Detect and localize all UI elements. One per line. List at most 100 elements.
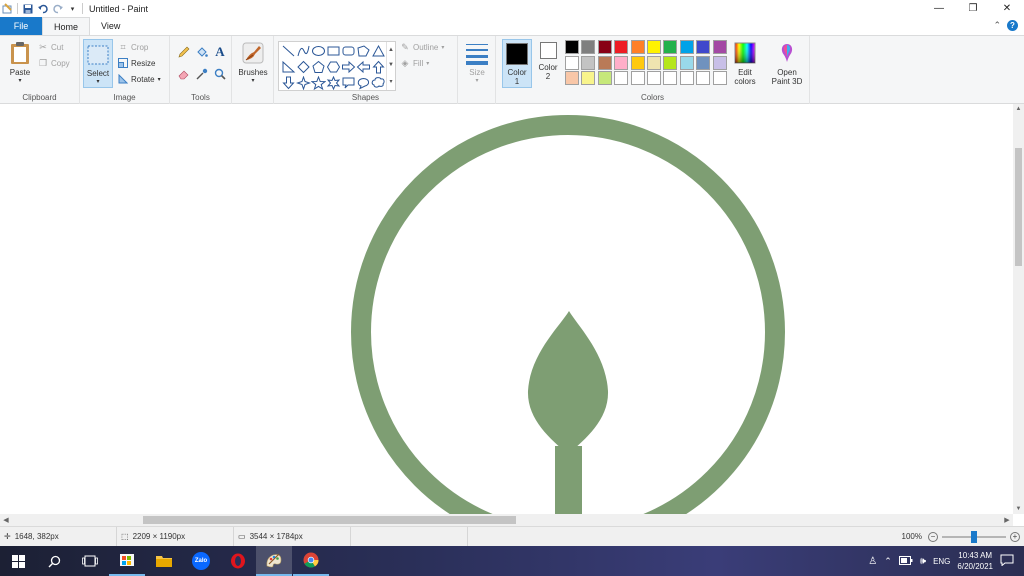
right-triangle-shape-icon[interactable] [281, 60, 296, 74]
rectangle-shape-icon[interactable] [326, 44, 341, 58]
outline-button[interactable]: ✎ Outline ▾ [400, 42, 444, 52]
color-swatch[interactable] [565, 71, 579, 85]
color-swatch[interactable] [679, 71, 694, 85]
color-swatch[interactable] [712, 71, 727, 85]
chrome-icon[interactable] [293, 546, 329, 576]
color-swatch[interactable] [696, 40, 711, 54]
four-point-star-shape-icon[interactable] [296, 76, 311, 90]
people-icon[interactable]: ♙ [868, 556, 877, 567]
color-swatch[interactable] [630, 55, 645, 70]
language-indicator[interactable]: ENG [933, 557, 950, 566]
clock[interactable]: 10:43 AM 6/20/2021 [957, 550, 993, 572]
zoom-slider-thumb[interactable] [971, 530, 977, 543]
battery-icon[interactable] [898, 555, 913, 567]
size-button[interactable]: Size ▾ [462, 40, 492, 86]
color-swatch[interactable] [597, 71, 612, 85]
color-swatch[interactable] [565, 40, 579, 54]
color-swatch[interactable] [712, 40, 727, 54]
select-button[interactable]: Select ▾ [83, 39, 113, 88]
scroll-right-arrow[interactable]: ▶ [1002, 514, 1012, 526]
hexagon-shape-icon[interactable] [326, 60, 341, 74]
zoom-in-button[interactable]: + [1010, 531, 1020, 542]
color-swatch[interactable] [712, 55, 727, 70]
open-paint3d-button[interactable]: Open Paint 3D [768, 40, 806, 86]
rounded-rectangle-shape-icon[interactable] [341, 44, 356, 58]
color-swatch[interactable] [663, 71, 678, 85]
scroll-down-arrow[interactable]: ▼ [1013, 504, 1024, 514]
file-explorer-icon[interactable] [146, 546, 182, 576]
notification-icon[interactable] [1000, 554, 1014, 568]
color-swatch[interactable] [630, 40, 645, 54]
left-arrow-shape-icon[interactable] [356, 60, 371, 74]
close-button[interactable]: ✕ [990, 0, 1024, 17]
paint-app-icon[interactable] [2, 3, 13, 14]
store-icon[interactable] [109, 546, 145, 576]
color-swatch[interactable] [696, 55, 711, 70]
down-arrow-shape-icon[interactable] [281, 76, 296, 90]
undo-icon[interactable] [37, 3, 48, 14]
cut-button[interactable]: ✂ Cut [38, 42, 63, 52]
color1-button[interactable]: Color 1 [502, 39, 532, 88]
brushes-button[interactable]: Brushes ▾ [235, 40, 271, 86]
tab-file[interactable]: File [0, 17, 42, 35]
color-picker-icon[interactable] [194, 66, 210, 82]
horizontal-scrollbar[interactable]: ◀ ▶ [0, 514, 1013, 526]
drawing-canvas[interactable] [0, 104, 1013, 514]
color-swatch[interactable] [581, 40, 596, 54]
color-swatch[interactable] [646, 40, 661, 54]
text-icon[interactable]: A [212, 44, 228, 60]
save-icon[interactable] [22, 3, 33, 14]
paint-icon[interactable] [256, 546, 292, 576]
windows-start-icon[interactable] [0, 546, 36, 576]
redo-icon[interactable] [52, 3, 63, 14]
search-icon[interactable] [36, 546, 72, 576]
restore-button[interactable]: ❐ [956, 0, 990, 17]
curve-shape-icon[interactable] [296, 44, 311, 58]
color-swatch[interactable] [646, 55, 661, 70]
pencil-icon[interactable] [176, 44, 192, 60]
resize-button[interactable]: Resize [118, 58, 155, 68]
vertical-scroll-thumb[interactable] [1015, 148, 1022, 266]
color2-button[interactable]: Color 2 [535, 42, 561, 81]
volume-icon[interactable]: 🕪 [920, 556, 926, 567]
right-arrow-shape-icon[interactable] [341, 60, 356, 74]
minimize-button[interactable]: — [922, 0, 956, 17]
fill-icon[interactable] [194, 44, 210, 60]
polygon-shape-icon[interactable] [356, 44, 371, 58]
customize-toolbar-icon[interactable]: ▾ [67, 3, 78, 14]
shapes-scroll[interactable]: ▲ ▼ ▾ [386, 42, 395, 90]
color-swatch[interactable] [663, 40, 678, 54]
color-swatch[interactable] [581, 71, 596, 85]
copy-button[interactable]: ❐ Copy [38, 58, 70, 68]
tab-home[interactable]: Home [42, 17, 91, 35]
oval-shape-icon[interactable] [311, 44, 326, 58]
eraser-icon[interactable] [176, 66, 192, 82]
chevron-up-icon[interactable]: ⌃ [993, 20, 1001, 31]
color-swatch[interactable] [663, 55, 678, 70]
help-icon[interactable]: ? [1007, 20, 1018, 31]
rotate-button[interactable]: Rotate ▾ [118, 74, 161, 84]
triangle-shape-icon[interactable] [371, 44, 386, 58]
tab-view[interactable]: View [90, 17, 131, 35]
color-swatch[interactable] [679, 40, 694, 54]
color-swatch[interactable] [696, 71, 711, 85]
chevron-up-icon[interactable]: ⌃ [884, 556, 892, 567]
oval-callout-shape-icon[interactable] [356, 76, 371, 90]
color-swatch[interactable] [581, 55, 596, 70]
fill-button[interactable]: ◈ Fill ▾ [400, 58, 430, 68]
color-swatch[interactable] [630, 71, 645, 85]
six-point-star-shape-icon[interactable] [326, 76, 341, 90]
diamond-shape-icon[interactable] [296, 60, 311, 74]
color-swatch[interactable] [679, 55, 694, 70]
zoom-slider[interactable] [942, 530, 1006, 543]
color-swatch[interactable] [646, 71, 661, 85]
color-swatch[interactable] [614, 71, 629, 85]
color-swatch[interactable] [614, 55, 629, 70]
scroll-left-arrow[interactable]: ◀ [1, 514, 11, 526]
edit-colors-button[interactable]: Edit colors [730, 40, 760, 86]
color-swatch[interactable] [614, 40, 629, 54]
up-arrow-shape-icon[interactable] [371, 60, 386, 74]
rect-callout-shape-icon[interactable] [341, 76, 356, 90]
five-point-star-shape-icon[interactable] [311, 76, 326, 90]
magnifier-icon[interactable] [212, 66, 228, 82]
